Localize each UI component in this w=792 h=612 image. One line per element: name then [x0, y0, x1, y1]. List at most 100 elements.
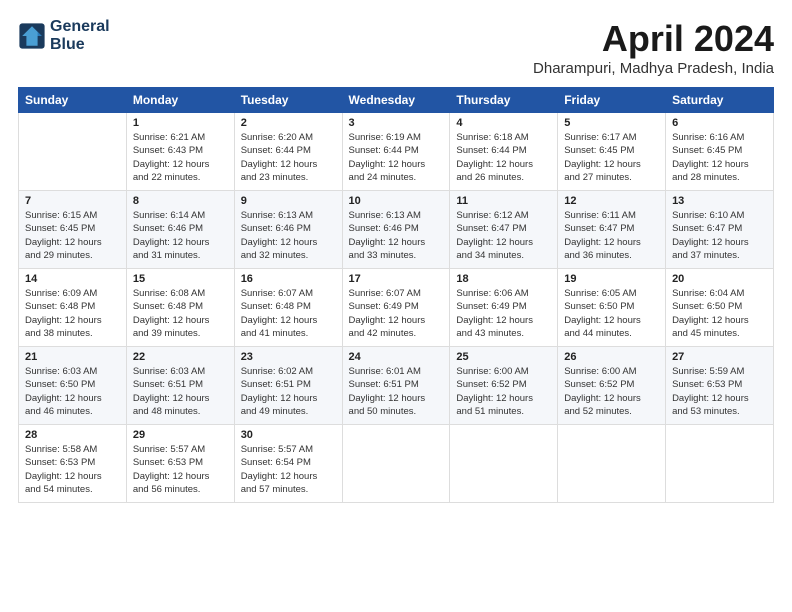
day-number: 5: [564, 117, 659, 129]
calendar-day-cell: [19, 113, 127, 191]
day-detail: Sunrise: 6:13 AMSunset: 6:46 PMDaylight:…: [349, 209, 444, 262]
day-detail: Sunrise: 6:19 AMSunset: 6:44 PMDaylight:…: [349, 131, 444, 184]
header: General Blue April 2024 Dharampuri, Madh…: [18, 18, 774, 77]
header-row: SundayMondayTuesdayWednesdayThursdayFrid…: [19, 88, 774, 113]
calendar-day-cell: 22 Sunrise: 6:03 AMSunset: 6:51 PMDaylig…: [126, 347, 234, 425]
day-detail: Sunrise: 6:05 AMSunset: 6:50 PMDaylight:…: [564, 287, 659, 340]
calendar-day-cell: [450, 425, 558, 503]
day-number: 20: [672, 273, 767, 285]
calendar-day-cell: 29 Sunrise: 5:57 AMSunset: 6:53 PMDaylig…: [126, 425, 234, 503]
logo-general: General: [50, 18, 110, 35]
page-container: General Blue April 2024 Dharampuri, Madh…: [0, 0, 792, 513]
calendar-header: SundayMondayTuesdayWednesdayThursdayFrid…: [19, 88, 774, 113]
calendar-day-cell: 20 Sunrise: 6:04 AMSunset: 6:50 PMDaylig…: [666, 269, 774, 347]
day-number: 8: [133, 195, 228, 207]
day-detail: Sunrise: 6:09 AMSunset: 6:48 PMDaylight:…: [25, 287, 120, 340]
calendar-week-row: 21 Sunrise: 6:03 AMSunset: 6:50 PMDaylig…: [19, 347, 774, 425]
day-detail: Sunrise: 6:18 AMSunset: 6:44 PMDaylight:…: [456, 131, 551, 184]
calendar-day-cell: 26 Sunrise: 6:00 AMSunset: 6:52 PMDaylig…: [558, 347, 666, 425]
day-detail: Sunrise: 6:02 AMSunset: 6:51 PMDaylight:…: [241, 365, 336, 418]
calendar-day-cell: [666, 425, 774, 503]
calendar-day-cell: 24 Sunrise: 6:01 AMSunset: 6:51 PMDaylig…: [342, 347, 450, 425]
calendar-table: SundayMondayTuesdayWednesdayThursdayFrid…: [18, 87, 774, 503]
calendar-day-cell: 6 Sunrise: 6:16 AMSunset: 6:45 PMDayligh…: [666, 113, 774, 191]
calendar-week-row: 1 Sunrise: 6:21 AMSunset: 6:43 PMDayligh…: [19, 113, 774, 191]
calendar-day-cell: 23 Sunrise: 6:02 AMSunset: 6:51 PMDaylig…: [234, 347, 342, 425]
day-detail: Sunrise: 6:14 AMSunset: 6:46 PMDaylight:…: [133, 209, 228, 262]
day-number: 11: [456, 195, 551, 207]
day-number: 19: [564, 273, 659, 285]
header-day: Tuesday: [234, 88, 342, 113]
calendar-day-cell: 27 Sunrise: 5:59 AMSunset: 6:53 PMDaylig…: [666, 347, 774, 425]
day-detail: Sunrise: 6:20 AMSunset: 6:44 PMDaylight:…: [241, 131, 336, 184]
calendar-day-cell: 13 Sunrise: 6:10 AMSunset: 6:47 PMDaylig…: [666, 191, 774, 269]
day-detail: Sunrise: 6:03 AMSunset: 6:50 PMDaylight:…: [25, 365, 120, 418]
logo-icon: [18, 22, 46, 50]
calendar-day-cell: 5 Sunrise: 6:17 AMSunset: 6:45 PMDayligh…: [558, 113, 666, 191]
day-number: 21: [25, 351, 120, 363]
calendar-day-cell: 18 Sunrise: 6:06 AMSunset: 6:49 PMDaylig…: [450, 269, 558, 347]
day-number: 23: [241, 351, 336, 363]
day-number: 26: [564, 351, 659, 363]
day-detail: Sunrise: 6:21 AMSunset: 6:43 PMDaylight:…: [133, 131, 228, 184]
calendar-day-cell: 30 Sunrise: 5:57 AMSunset: 6:54 PMDaylig…: [234, 425, 342, 503]
day-number: 24: [349, 351, 444, 363]
day-detail: Sunrise: 6:15 AMSunset: 6:45 PMDaylight:…: [25, 209, 120, 262]
day-number: 9: [241, 195, 336, 207]
day-detail: Sunrise: 6:07 AMSunset: 6:48 PMDaylight:…: [241, 287, 336, 340]
day-number: 1: [133, 117, 228, 129]
day-detail: Sunrise: 5:57 AMSunset: 6:53 PMDaylight:…: [133, 443, 228, 496]
calendar-day-cell: 4 Sunrise: 6:18 AMSunset: 6:44 PMDayligh…: [450, 113, 558, 191]
calendar-body: 1 Sunrise: 6:21 AMSunset: 6:43 PMDayligh…: [19, 113, 774, 503]
day-detail: Sunrise: 6:08 AMSunset: 6:48 PMDaylight:…: [133, 287, 228, 340]
calendar-day-cell: 1 Sunrise: 6:21 AMSunset: 6:43 PMDayligh…: [126, 113, 234, 191]
month-title: April 2024: [533, 18, 774, 60]
day-number: 13: [672, 195, 767, 207]
calendar-day-cell: 3 Sunrise: 6:19 AMSunset: 6:44 PMDayligh…: [342, 113, 450, 191]
calendar-day-cell: 12 Sunrise: 6:11 AMSunset: 6:47 PMDaylig…: [558, 191, 666, 269]
calendar-day-cell: [558, 425, 666, 503]
calendar-day-cell: 11 Sunrise: 6:12 AMSunset: 6:47 PMDaylig…: [450, 191, 558, 269]
logo: General Blue: [18, 18, 110, 53]
day-number: 18: [456, 273, 551, 285]
location-title: Dharampuri, Madhya Pradesh, India: [533, 60, 774, 77]
day-detail: Sunrise: 6:11 AMSunset: 6:47 PMDaylight:…: [564, 209, 659, 262]
calendar-day-cell: 28 Sunrise: 5:58 AMSunset: 6:53 PMDaylig…: [19, 425, 127, 503]
calendar-day-cell: 16 Sunrise: 6:07 AMSunset: 6:48 PMDaylig…: [234, 269, 342, 347]
day-number: 30: [241, 429, 336, 441]
calendar-week-row: 14 Sunrise: 6:09 AMSunset: 6:48 PMDaylig…: [19, 269, 774, 347]
day-detail: Sunrise: 6:13 AMSunset: 6:46 PMDaylight:…: [241, 209, 336, 262]
header-day: Saturday: [666, 88, 774, 113]
logo-text: General Blue: [50, 18, 110, 53]
day-number: 29: [133, 429, 228, 441]
day-number: 3: [349, 117, 444, 129]
calendar-day-cell: [342, 425, 450, 503]
title-block: April 2024 Dharampuri, Madhya Pradesh, I…: [533, 18, 774, 77]
day-detail: Sunrise: 5:58 AMSunset: 6:53 PMDaylight:…: [25, 443, 120, 496]
day-number: 12: [564, 195, 659, 207]
day-number: 4: [456, 117, 551, 129]
day-number: 14: [25, 273, 120, 285]
calendar-day-cell: 25 Sunrise: 6:00 AMSunset: 6:52 PMDaylig…: [450, 347, 558, 425]
day-number: 2: [241, 117, 336, 129]
calendar-day-cell: 8 Sunrise: 6:14 AMSunset: 6:46 PMDayligh…: [126, 191, 234, 269]
day-detail: Sunrise: 6:06 AMSunset: 6:49 PMDaylight:…: [456, 287, 551, 340]
header-day: Monday: [126, 88, 234, 113]
day-detail: Sunrise: 6:00 AMSunset: 6:52 PMDaylight:…: [456, 365, 551, 418]
day-number: 27: [672, 351, 767, 363]
day-detail: Sunrise: 6:10 AMSunset: 6:47 PMDaylight:…: [672, 209, 767, 262]
calendar-week-row: 28 Sunrise: 5:58 AMSunset: 6:53 PMDaylig…: [19, 425, 774, 503]
calendar-day-cell: 17 Sunrise: 6:07 AMSunset: 6:49 PMDaylig…: [342, 269, 450, 347]
calendar-day-cell: 7 Sunrise: 6:15 AMSunset: 6:45 PMDayligh…: [19, 191, 127, 269]
day-number: 22: [133, 351, 228, 363]
day-detail: Sunrise: 6:03 AMSunset: 6:51 PMDaylight:…: [133, 365, 228, 418]
header-day: Friday: [558, 88, 666, 113]
calendar-week-row: 7 Sunrise: 6:15 AMSunset: 6:45 PMDayligh…: [19, 191, 774, 269]
day-detail: Sunrise: 6:07 AMSunset: 6:49 PMDaylight:…: [349, 287, 444, 340]
day-detail: Sunrise: 6:12 AMSunset: 6:47 PMDaylight:…: [456, 209, 551, 262]
day-detail: Sunrise: 6:04 AMSunset: 6:50 PMDaylight:…: [672, 287, 767, 340]
day-number: 17: [349, 273, 444, 285]
calendar-day-cell: 14 Sunrise: 6:09 AMSunset: 6:48 PMDaylig…: [19, 269, 127, 347]
calendar-day-cell: 15 Sunrise: 6:08 AMSunset: 6:48 PMDaylig…: [126, 269, 234, 347]
header-day: Sunday: [19, 88, 127, 113]
